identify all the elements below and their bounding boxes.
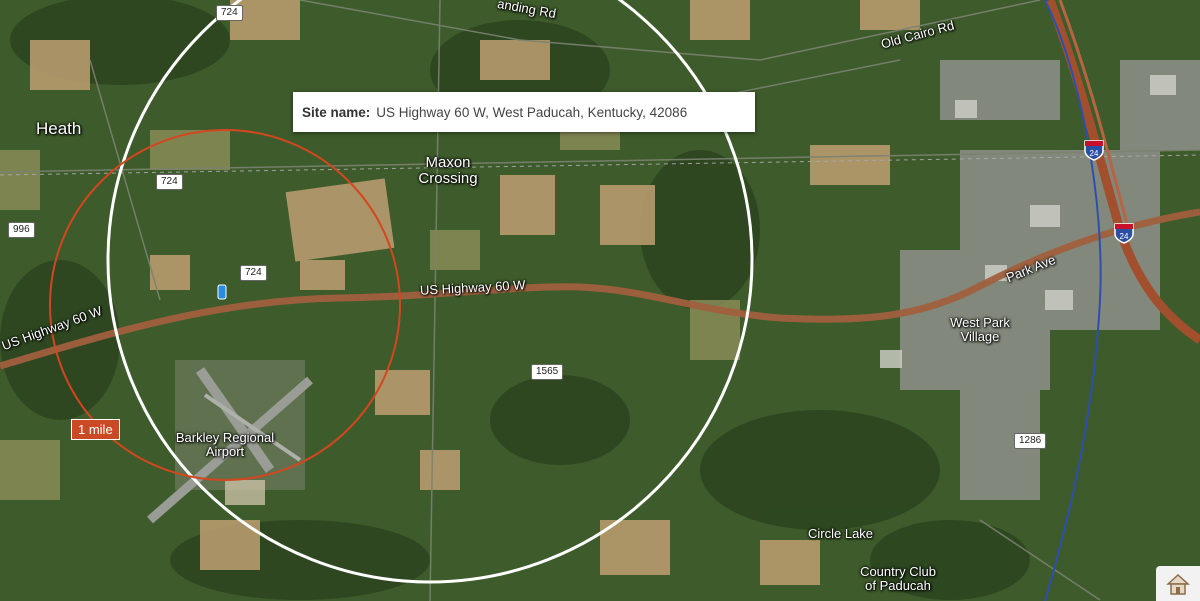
satellite-map[interactable]	[0, 0, 1200, 601]
place-label-line: Airport	[205, 443, 245, 459]
home-icon	[1166, 573, 1190, 595]
route-1565-shield: 1565	[531, 364, 564, 380]
place-label-heath: Heath	[36, 119, 82, 138]
interstate-24-shield: 24	[1084, 140, 1104, 161]
route-996-shield: 996	[8, 222, 35, 238]
map-pin-icon[interactable]	[217, 284, 227, 300]
place-label-line: Village	[960, 328, 1000, 344]
svg-text:24: 24	[1090, 149, 1099, 158]
site-name-popup[interactable]: Site name: US Highway 60 W, West Paducah…	[293, 92, 755, 132]
place-label-line: Maxon	[425, 154, 471, 171]
home-button[interactable]	[1156, 566, 1200, 601]
svg-text:24: 24	[1120, 232, 1129, 241]
place-label-line: Crossing	[418, 169, 478, 187]
radius-scale-badge: 1 mile	[71, 419, 120, 440]
popup-site-address: US Highway 60 W, West Paducah, Kentucky,…	[376, 104, 688, 120]
place-label-line: Barkley Regional	[175, 430, 275, 445]
place-label-line: Country Club	[860, 564, 936, 579]
interstate-24-shield: 24	[1114, 223, 1134, 244]
place-label-maxon-crossing: Maxon Crossing	[405, 155, 491, 187]
popup-label: Site name:	[302, 104, 371, 120]
route-1286-shield: 1286	[1014, 433, 1047, 449]
place-label-west-park-village: West Park Village	[940, 316, 1020, 343]
place-label-barkley-airport: Barkley Regional Airport	[170, 431, 280, 458]
route-724-shield: 724	[156, 174, 183, 190]
place-label-line: West Park	[950, 315, 1010, 330]
route-724-shield: 724	[240, 265, 267, 281]
place-label-circle-lake: Circle Lake	[808, 526, 874, 541]
place-label-country-club: Country Club of Paducah	[852, 565, 944, 592]
route-724-shield: 724	[216, 5, 243, 21]
place-label-line: of Paducah	[865, 577, 931, 593]
